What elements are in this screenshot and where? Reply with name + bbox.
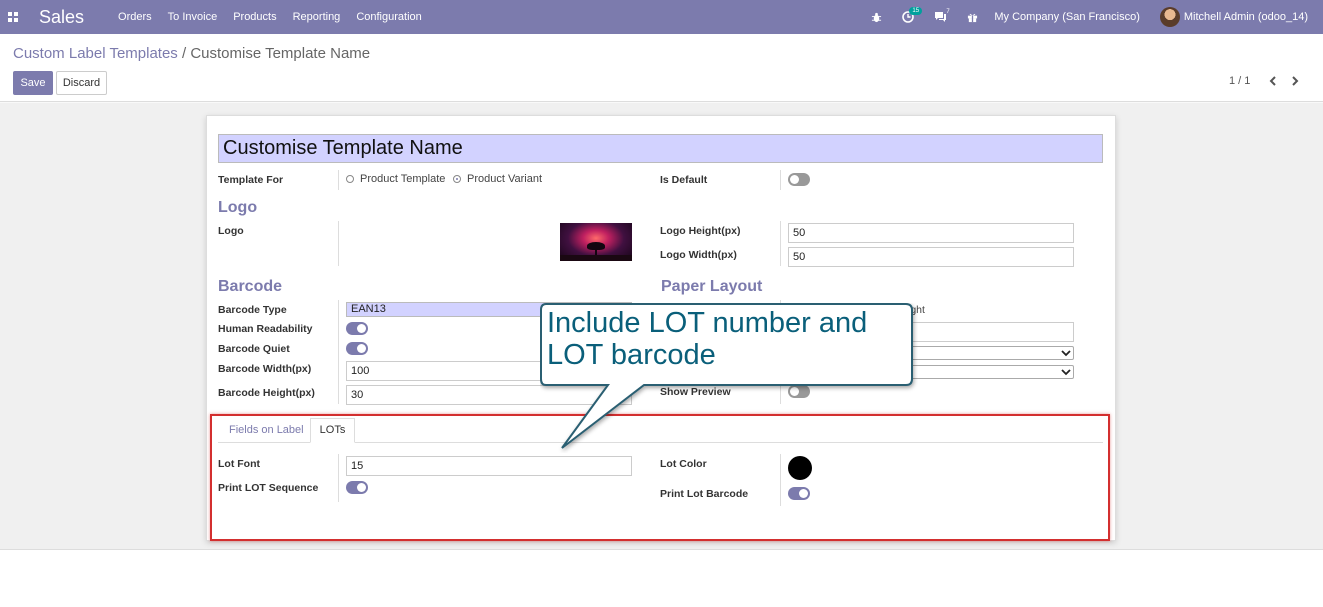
main-menu: Orders To Invoice Products Reporting Con… (110, 11, 430, 23)
menu-to-invoice[interactable]: To Invoice (160, 11, 226, 23)
apps-grid-icon[interactable] (8, 12, 18, 22)
menu-reporting[interactable]: Reporting (285, 11, 349, 23)
radio-product-variant-label: Product Variant (467, 173, 543, 185)
save-button[interactable]: Save (13, 71, 53, 95)
breadcrumb-current: Customise Template Name (190, 45, 371, 62)
breadcrumb-parent[interactable]: Custom Label Templates (13, 45, 178, 62)
breadcrumb: Custom Label Templates / Customise Templ… (13, 45, 370, 62)
navbar-systray: 15 7 My Company (San Francisco) Mitchell… (860, 0, 1323, 34)
field-separator (338, 300, 339, 404)
barcode-type-label: Barcode Type (218, 304, 287, 316)
top-navbar: Sales Orders To Invoice Products Reporti… (0, 0, 1323, 34)
barcode-quiet-label: Barcode Quiet (218, 343, 290, 355)
messages-icon[interactable]: 7 (933, 9, 950, 24)
menu-products[interactable]: Products (225, 11, 284, 23)
activity-count-badge: 15 (909, 7, 923, 15)
discard-button[interactable]: Discard (56, 71, 107, 95)
control-panel: Custom Label Templates / Customise Templ… (0, 34, 1323, 102)
messages-count-badge: 7 (946, 9, 950, 15)
logo-section-title: Logo (218, 199, 258, 216)
logo-width-input[interactable]: 50 (788, 247, 1074, 267)
app-name[interactable]: Sales (39, 7, 84, 28)
template-for-label: Template For (218, 174, 284, 186)
paper-layout-section-title: Paper Layout (661, 278, 763, 295)
pager-next-icon[interactable] (1290, 74, 1302, 88)
menu-orders[interactable]: Orders (110, 11, 160, 23)
is-default-label: Is Default (660, 174, 708, 186)
logo-label: Logo (218, 225, 244, 237)
field-separator (780, 170, 781, 190)
barcode-quiet-toggle[interactable] (346, 342, 368, 355)
pager-previous-icon[interactable] (1268, 74, 1280, 88)
radio-dot-selected-icon (453, 175, 461, 183)
callout-line-1: Include LOT number and (547, 307, 868, 339)
bug-icon[interactable] (869, 10, 883, 24)
activity-clock-icon[interactable]: 15 (901, 7, 923, 24)
user-avatar[interactable] (1159, 7, 1180, 27)
callout-text: Include LOT number and LOT barcode (547, 307, 907, 371)
template-name-input[interactable]: Customise Template Name (218, 134, 1103, 163)
ground-silhouette (560, 255, 632, 261)
logo-width-label: Logo Width(px) (660, 249, 737, 261)
field-separator (338, 221, 339, 266)
barcode-height-label: Barcode Height(px) (218, 387, 315, 399)
logo-image[interactable] (560, 223, 632, 261)
barcode-section-title: Barcode (218, 278, 283, 295)
radio-dot-icon (346, 175, 354, 183)
human-readability-toggle[interactable] (346, 322, 368, 335)
radio-product-variant[interactable]: Product Variant (453, 173, 542, 185)
menu-configuration[interactable]: Configuration (348, 11, 429, 23)
radio-product-template-label: Product Template (360, 173, 446, 185)
company-switcher[interactable]: My Company (San Francisco) (994, 11, 1140, 23)
is-default-toggle[interactable] (788, 173, 810, 186)
gift-icon[interactable] (965, 10, 979, 24)
callout-line-2: LOT barcode (547, 339, 716, 371)
field-separator (780, 221, 781, 266)
pager-value[interactable]: 1 / 1 (1229, 75, 1250, 87)
radio-product-template[interactable]: Product Template (346, 173, 445, 185)
bottom-area (0, 549, 1323, 607)
logo-height-label: Logo Height(px) (660, 225, 741, 237)
logo-height-input[interactable]: 50 (788, 223, 1074, 243)
human-readability-label: Human Readability (218, 323, 313, 335)
barcode-width-label: Barcode Width(px) (218, 363, 312, 375)
field-separator (338, 170, 339, 190)
user-menu[interactable]: Mitchell Admin (odoo_14) (1184, 11, 1308, 23)
breadcrumb-separator: / (181, 45, 187, 62)
